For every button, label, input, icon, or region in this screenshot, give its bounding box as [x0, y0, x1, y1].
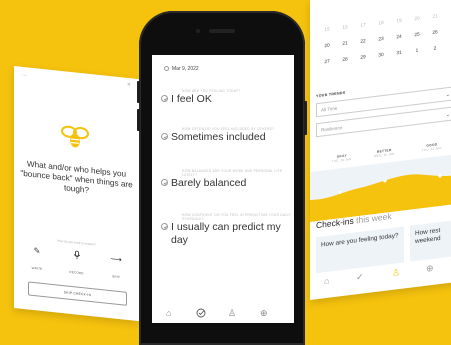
checkin-entry[interactable]: HOW BALANCED ARE YOUR WORK AND PERSONAL … [160, 169, 292, 190]
skip-button[interactable]: ⟶ SKIP [103, 253, 129, 284]
calendar-day[interactable]: 1 [408, 48, 426, 66]
tab-bar: ⌂ ♙ ⊕ [152, 305, 294, 323]
chevron-down-icon: ⌄ [445, 111, 450, 119]
mood-label: OKAY TUE, 29 JAN [332, 153, 352, 164]
checkin-icon[interactable] [196, 308, 206, 320]
write-button[interactable]: ✎ WRITE [24, 245, 50, 276]
speaker-grille [209, 29, 235, 33]
checkin-entry[interactable]: HOW OFTEN DO YOU FEEL INCLUDED BY OTHERS… [160, 127, 292, 144]
volume-up-button [137, 81, 140, 103]
check-circle-icon [161, 179, 168, 186]
profile-icon[interactable]: ♙ [392, 267, 400, 279]
mood-label: GOOD THU, 31 JAN [422, 142, 442, 153]
status-bar: • • • [22, 72, 27, 78]
checkin-entry[interactable]: HOW ARE YOU FEELING TODAY? I feel OK [160, 89, 292, 106]
volume-down-button [137, 109, 140, 131]
calendar-day[interactable]: 30 [372, 52, 390, 70]
phone-device: Mar 9, 2022 HOW ARE YOU FEELING TODAY? I… [137, 11, 307, 345]
skip-checkin-button[interactable]: SKIP CHECK-IN [28, 281, 127, 306]
arrow-right-icon: ⟶ [110, 254, 122, 265]
mood-label: BETTER WED, 30 JAN [374, 147, 395, 159]
onboarding-question-card: • • • ✕ What and/or who helps you "bounc… [14, 66, 139, 322]
calendar-day[interactable]: 31 [390, 50, 408, 68]
bee-logo-icon [61, 125, 89, 148]
calendar-day[interactable]: 29 [354, 54, 372, 72]
settings-icon[interactable]: ⊕ [260, 308, 268, 319]
entry-date: Mar 9, 2022 [164, 66, 199, 72]
record-button[interactable]: RECORD [64, 249, 90, 280]
trends-label: YOUR TRENDS [316, 90, 346, 99]
calendar-day[interactable]: 28 [336, 57, 354, 75]
checkin-entry[interactable]: HOW CONFIDENT DO YOU FEEL IN PREDICTING … [160, 213, 292, 246]
calendar-icon [164, 66, 169, 72]
trends-card: 15 16 17 18 19 20 21 20 21 22 23 24 25 26 27 28 29 30 31 1 2… [310, 0, 451, 301]
close-icon[interactable]: ✕ [127, 82, 131, 88]
checkin-card[interactable]: How are you feeling today? [316, 226, 404, 274]
settings-icon[interactable]: ⊕ [426, 263, 434, 275]
home-icon[interactable]: ⌂ [166, 308, 171, 318]
power-button [304, 101, 307, 135]
check-circle-icon [161, 133, 168, 140]
reflection-question: What and/or who helps you "bounce back" … [20, 159, 133, 195]
front-camera [196, 29, 200, 33]
profile-icon[interactable]: ♙ [228, 308, 236, 319]
pencil-icon: ✎ [33, 246, 41, 256]
chevron-down-icon: ⌄ [445, 91, 450, 99]
calendar-day[interactable]: 2 [426, 46, 444, 64]
checkin-icon[interactable]: ✓ [356, 271, 364, 283]
check-circle-icon [161, 223, 168, 230]
answer-actions: ✎ WRITE RECORD ⟶ SKIP [24, 245, 129, 284]
phone-screen: Mar 9, 2022 HOW ARE YOU FEELING TODAY? I… [152, 55, 294, 323]
calendar-day[interactable]: 27 [318, 59, 336, 77]
microphone-icon [64, 249, 90, 262]
home-icon[interactable]: ⌂ [324, 276, 329, 287]
checkin-card[interactable]: How rest weekend [410, 218, 451, 262]
calendar-grid: 15 16 17 18 19 20 21 20 21 22 23 24 25 26 27 28 29 30 31 1 2 [318, 11, 451, 77]
check-circle-icon [161, 95, 168, 102]
